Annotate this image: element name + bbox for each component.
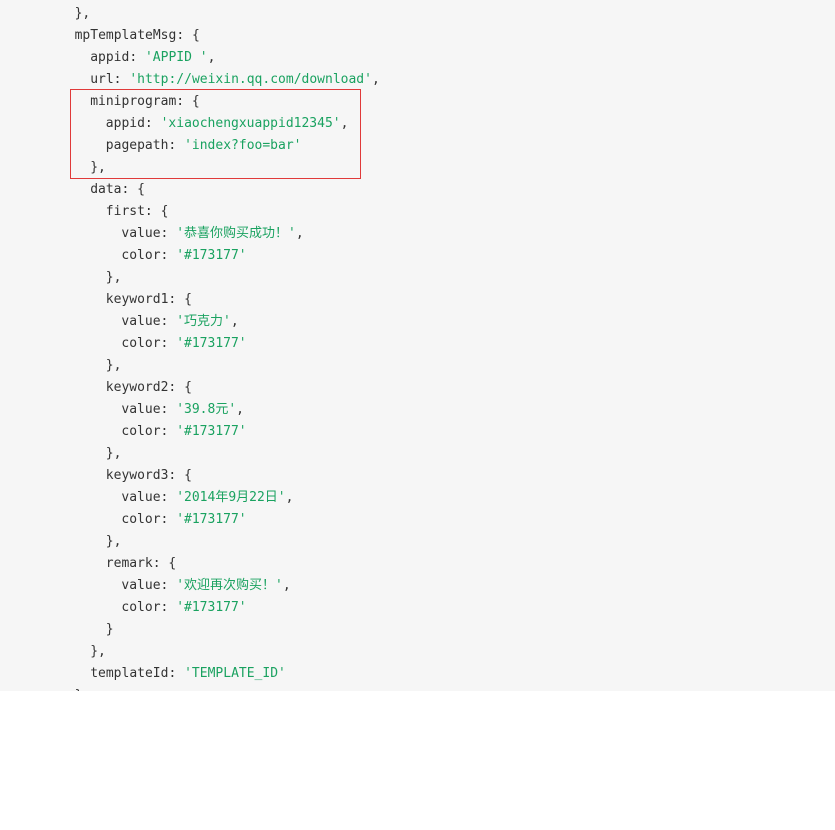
code-text: mpTemplateMsg: {: [74, 28, 200, 43]
string-literal: '恭喜你购买成功！': [176, 226, 296, 241]
code-line: }: [59, 685, 380, 691]
string-literal: '#173177': [176, 512, 247, 527]
code-line: },: [59, 443, 380, 465]
code-line: value: '39.8元',: [59, 399, 380, 421]
code-line: keyword3: {: [59, 465, 380, 487]
code-text: ,: [295, 226, 304, 241]
code-line: value: '巧克力',: [59, 311, 380, 333]
code-text: },: [105, 358, 122, 373]
code-line: color: '#173177': [59, 509, 380, 531]
code-line: color: '#173177': [59, 421, 380, 443]
code-text: templateId:: [90, 666, 185, 681]
code-text: appid:: [90, 50, 145, 65]
code-text: appid:: [105, 116, 161, 131]
code-text: ,: [230, 314, 239, 329]
code-line: appid: 'APPID ',: [59, 47, 380, 69]
code-text: },: [90, 160, 106, 175]
code-line: miniprogram: {: [59, 91, 380, 113]
code-line: },: [59, 267, 380, 289]
code-line: },: [59, 531, 380, 553]
code-text: keyword2: {: [105, 380, 192, 395]
code-text: },: [105, 270, 122, 285]
string-literal: '2014年9月22日': [176, 490, 286, 505]
code-line: color: '#173177': [59, 333, 380, 355]
code-text: value:: [121, 578, 177, 593]
string-literal: '#173177': [176, 248, 247, 263]
code-text: color:: [121, 248, 177, 263]
code-text: remark: {: [105, 556, 177, 571]
code-text: first: {: [105, 204, 169, 219]
string-literal: '#173177': [176, 336, 247, 351]
code-line: },: [59, 355, 380, 377]
code-text: ,: [285, 490, 294, 505]
code-line: pagepath: 'index?foo=bar': [59, 135, 380, 157]
code-text: value:: [121, 490, 177, 505]
code-text: color:: [121, 424, 177, 439]
code-line: }: [59, 619, 380, 641]
code-text: url:: [90, 72, 130, 87]
code-line: templateId: 'TEMPLATE_ID': [59, 663, 380, 685]
code-line: first: {: [59, 201, 380, 223]
code-line: data: {: [59, 179, 380, 201]
code-text: color:: [121, 600, 177, 615]
string-literal: '欢迎再次购买！': [176, 578, 283, 593]
string-literal: 'http://weixin.qq.com/download': [129, 72, 372, 87]
code-line: mpTemplateMsg: {: [59, 25, 380, 47]
code-text: value:: [121, 314, 177, 329]
code-text: keyword1: {: [105, 292, 192, 307]
code-text: },: [105, 534, 122, 549]
string-literal: '39.8元': [176, 402, 237, 417]
code-line: url: 'http://weixin.qq.com/download',: [59, 69, 380, 91]
code-text: }: [75, 688, 83, 691]
string-literal: 'xiaochengxuappid12345': [160, 116, 341, 131]
code-line: value: '恭喜你购买成功！',: [59, 223, 380, 245]
code-text: miniprogram: {: [90, 94, 200, 109]
code-line: keyword2: {: [59, 377, 380, 399]
code-text: value:: [121, 226, 177, 241]
code-text: ,: [282, 578, 291, 593]
code-block: }, mpTemplateMsg: {appid: 'APPID ', url: '…: [0, 0, 835, 691]
code-text: }: [105, 622, 114, 637]
code-line: keyword1: {: [59, 289, 380, 311]
code-text: ,: [236, 402, 244, 417]
code-line: },: [59, 157, 380, 179]
code-text: ,: [207, 50, 216, 65]
code-line: },: [59, 3, 380, 25]
code-text: },: [90, 644, 106, 659]
string-literal: 'TEMPLATE_ID': [184, 666, 286, 681]
string-literal: '#173177': [176, 600, 247, 615]
code-line: color: '#173177': [59, 597, 380, 619]
code-text: pagepath:: [105, 138, 185, 153]
code-text: color:: [121, 336, 177, 351]
string-literal: '巧克力': [176, 314, 231, 329]
code-line: appid: 'xiaochengxuappid12345',: [59, 113, 380, 135]
code-line: value: '欢迎再次购买！',: [59, 575, 380, 597]
string-literal: '#173177': [176, 424, 247, 439]
string-literal: 'APPID ': [144, 50, 208, 65]
code-text: ,: [340, 116, 349, 131]
code-listing: }, mpTemplateMsg: {appid: 'APPID ', url: '…: [59, 3, 380, 691]
code-line: },: [59, 641, 380, 663]
code-text: ,: [371, 72, 380, 87]
code-text: value:: [121, 402, 177, 417]
code-text: keyword3: {: [105, 468, 192, 483]
code-line: remark: {: [59, 553, 380, 575]
string-literal: 'index?foo=bar': [184, 138, 302, 153]
code-text: },: [74, 6, 91, 21]
code-text: data: {: [90, 182, 145, 197]
code-text: color:: [121, 512, 177, 527]
code-line: value: '2014年9月22日',: [59, 487, 380, 509]
code-line: color: '#173177': [59, 245, 380, 267]
code-text: },: [105, 446, 122, 461]
